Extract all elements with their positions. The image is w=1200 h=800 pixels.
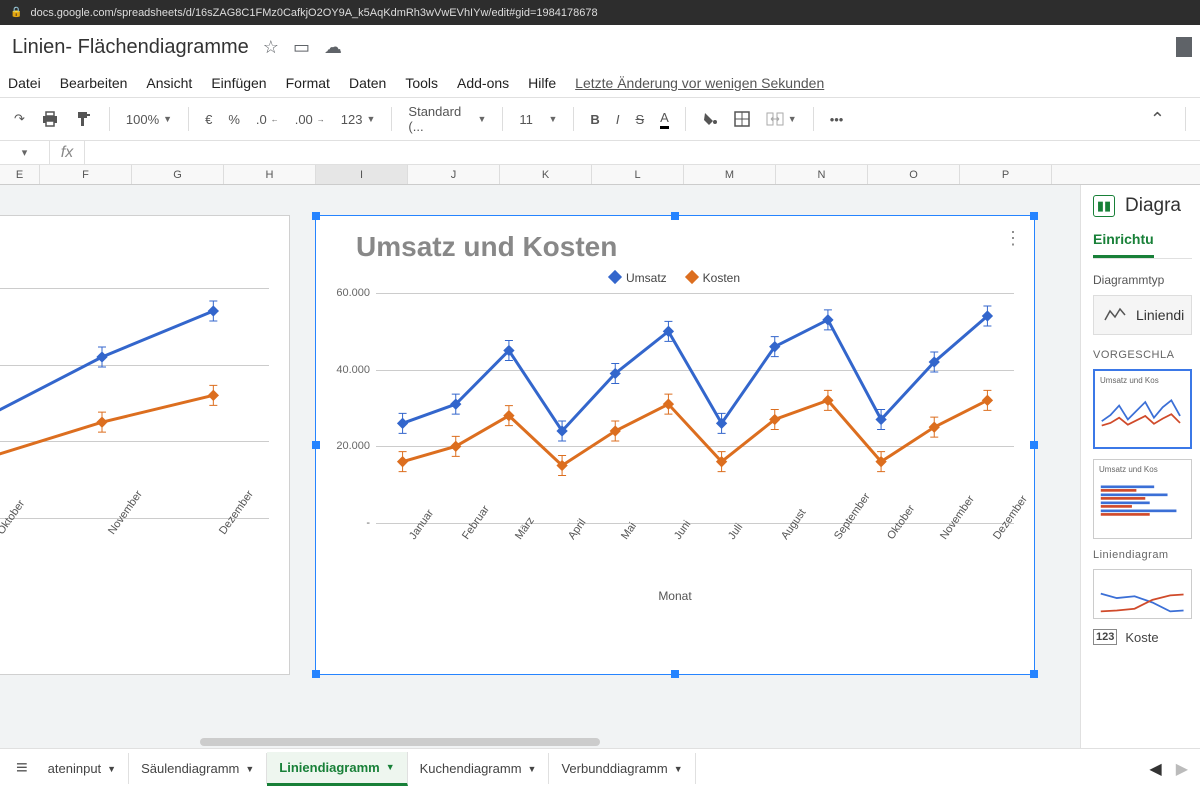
document-title[interactable]: Linien- Flächendiagramme: [12, 36, 249, 59]
doc-header: Linien- Flächendiagramme ☆ ▭ ☁: [0, 25, 1200, 69]
italic-icon[interactable]: I: [610, 108, 626, 131]
lock-icon: 🔒: [10, 7, 22, 18]
chart-suggestion-line2[interactable]: [1093, 569, 1192, 619]
chart-menu-icon[interactable]: ⋮: [1004, 228, 1022, 249]
col-E[interactable]: E: [0, 165, 40, 184]
menu-addons[interactable]: Add-ons: [457, 75, 509, 91]
paint-format-icon[interactable]: [69, 106, 99, 132]
percent-format[interactable]: %: [222, 108, 246, 131]
col-O[interactable]: O: [868, 165, 960, 184]
last-edit-link[interactable]: Letzte Änderung vor wenigen Sekunden: [575, 75, 824, 91]
font-size-select[interactable]: 11▼: [513, 108, 563, 131]
formula-input[interactable]: [85, 141, 1200, 164]
sheet-tab-verbund[interactable]: Verbunddiagramm▼: [549, 753, 695, 784]
move-folder-icon[interactable]: ▭: [293, 37, 310, 58]
sheet-tab-linien[interactable]: Liniendiagramm▼: [267, 752, 407, 786]
chart-x-axis-title: Monat: [316, 589, 1034, 603]
chart-title: Umsatz und Kosten: [356, 231, 1034, 263]
increase-decimal[interactable]: .00→: [289, 108, 331, 131]
toolbar: ↷ 100%▼ € % .0← .00→ 123▼ Standard (...▼…: [0, 97, 1200, 141]
add-sheet-icon[interactable]: ≡: [8, 753, 36, 784]
chart-plot-left: -20.00040.00060.000: [0, 288, 269, 518]
chart-suggestion-line[interactable]: Umsatz und Kos: [1093, 369, 1192, 449]
line-charts-label: Liniendiagram: [1093, 549, 1192, 561]
zoom-select[interactable]: 100%▼: [120, 108, 178, 131]
tab-setup[interactable]: Einrichtu: [1093, 231, 1154, 258]
menu-help[interactable]: Hilfe: [528, 75, 556, 91]
currency-format[interactable]: €: [199, 108, 218, 131]
menu-data[interactable]: Daten: [349, 75, 386, 91]
font-select[interactable]: Standard (...▼: [402, 100, 492, 138]
chart-type-label: Diagrammtyp: [1093, 273, 1192, 287]
star-icon[interactable]: ☆: [263, 37, 279, 58]
url-text: docs.google.com/spreadsheets/d/16sZAG8C1…: [30, 7, 597, 19]
horizontal-scrollbar[interactable]: [0, 736, 1080, 748]
column-headers: E F G H I J K L M N O P: [0, 165, 1200, 185]
spreadsheet-canvas[interactable]: sten -20.00040.00060.000 liAugustSeptemb…: [0, 185, 1080, 748]
browser-url-bar: 🔒 docs.google.com/spreadsheets/d/16sZAG8…: [0, 0, 1200, 25]
more-icon[interactable]: •••: [824, 108, 850, 131]
col-F[interactable]: F: [40, 165, 132, 184]
chart-editor-panel: ▮▮ Diagra Einrichtu Diagrammtyp Liniendi…: [1080, 185, 1200, 748]
menu-view[interactable]: Ansicht: [146, 75, 192, 91]
fill-color-icon[interactable]: [696, 107, 724, 131]
chart-plot: -20.00040.00060.000: [376, 293, 1014, 523]
col-I[interactable]: I: [316, 165, 408, 184]
print-icon[interactable]: [35, 106, 65, 132]
fx-label: fx: [50, 141, 85, 164]
koste-label: Koste: [1125, 630, 1158, 645]
menu-edit[interactable]: Bearbeiten: [60, 75, 128, 91]
chart-editor-icon: ▮▮: [1093, 195, 1115, 217]
bold-icon[interactable]: B: [584, 108, 605, 131]
menu-file[interactable]: Datei: [8, 75, 41, 91]
chart-editor-title: Diagra: [1125, 195, 1181, 217]
name-box[interactable]: ▾: [0, 141, 50, 164]
redo-icon[interactable]: ↷: [8, 107, 31, 131]
col-L[interactable]: L: [592, 165, 684, 184]
cloud-status-icon[interactable]: ☁: [324, 37, 342, 58]
chart-left-preview[interactable]: sten -20.00040.00060.000 liAugustSeptemb…: [0, 215, 290, 675]
col-P[interactable]: P: [960, 165, 1052, 184]
tab-scroll-right-icon[interactable]: ▶: [1172, 755, 1192, 783]
menu-tools[interactable]: Tools: [405, 75, 438, 91]
borders-icon[interactable]: [728, 107, 756, 131]
chart-suggestion-bar[interactable]: Umsatz und Kos: [1093, 459, 1192, 539]
text-color-icon[interactable]: A: [654, 106, 675, 133]
chart-type-select[interactable]: Liniendi: [1093, 295, 1192, 335]
chart-main[interactable]: ⋮ Umsatz und Kosten Umsatz Kosten -20.00…: [315, 215, 1035, 675]
sheet-tab-saulen[interactable]: Säulendiagramm▼: [129, 753, 267, 784]
left-chart-fragment: sten: [0, 266, 289, 280]
col-M[interactable]: M: [684, 165, 776, 184]
menu-insert[interactable]: Einfügen: [211, 75, 266, 91]
suggested-label: VORGESCHLA: [1093, 349, 1192, 361]
sheet-tab-dateninput[interactable]: ateninput▼: [36, 753, 129, 784]
col-N[interactable]: N: [776, 165, 868, 184]
formula-bar: ▾ fx: [0, 141, 1200, 165]
merge-cells-icon[interactable]: ▼: [760, 108, 803, 130]
comments-icon[interactable]: [1176, 37, 1192, 57]
tab-scroll-left-icon[interactable]: ◀: [1145, 755, 1165, 783]
col-H[interactable]: H: [224, 165, 316, 184]
collapse-toolbar-icon[interactable]: ⌃: [1150, 109, 1165, 130]
sheet-tab-kuchen[interactable]: Kuchendiagramm▼: [408, 753, 550, 784]
col-J[interactable]: J: [408, 165, 500, 184]
col-G[interactable]: G: [132, 165, 224, 184]
menu-format[interactable]: Format: [286, 75, 330, 91]
chart-legend: Umsatz Kosten: [316, 271, 1034, 285]
sheet-tabs-bar: ≡ ateninput▼ Säulendiagramm▼ Liniendiagr…: [0, 748, 1200, 788]
decrease-decimal[interactable]: .0←: [250, 108, 285, 131]
number-format[interactable]: 123▼: [335, 108, 382, 131]
col-K[interactable]: K: [500, 165, 592, 184]
strikethrough-icon[interactable]: S: [629, 108, 650, 131]
menu-bar: Datei Bearbeiten Ansicht Einfügen Format…: [0, 69, 1200, 97]
